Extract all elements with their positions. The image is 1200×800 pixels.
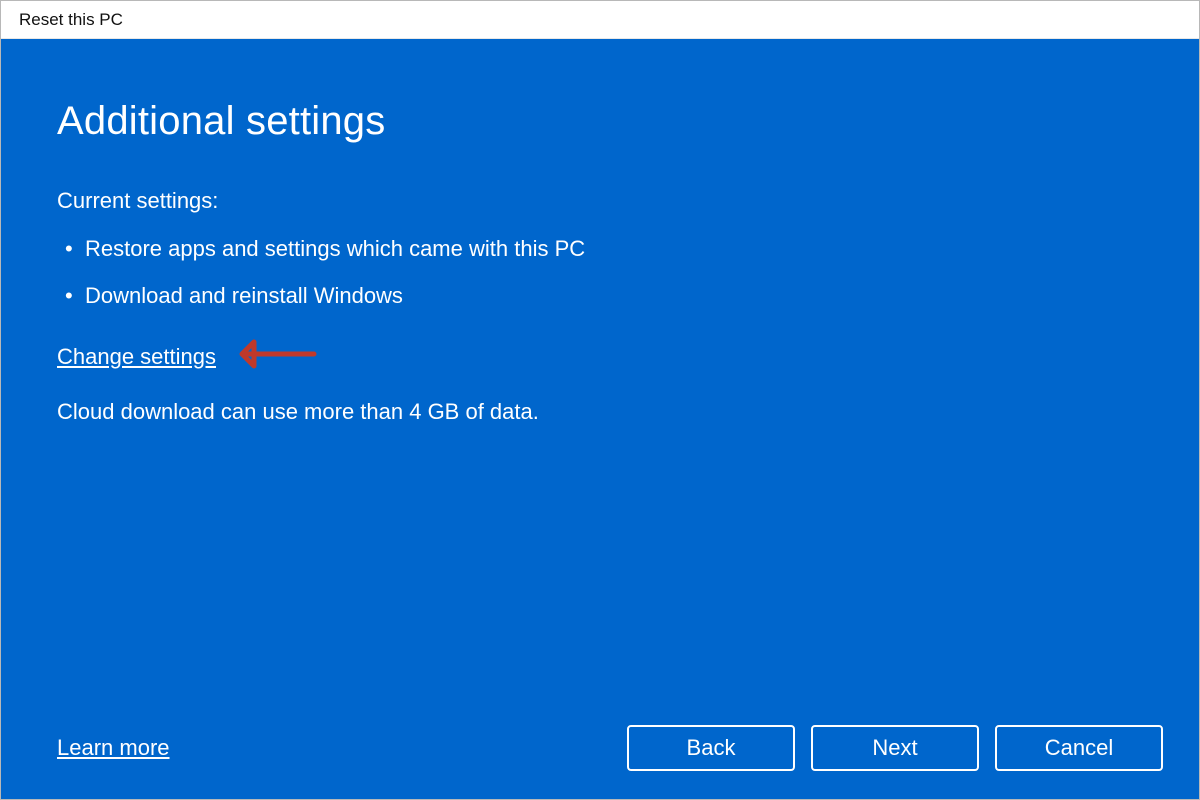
current-settings-label: Current settings: [57,188,1143,214]
dialog-footer: Learn more Back Next Cancel [57,725,1163,771]
window-title: Reset this PC [19,10,123,30]
settings-list: Restore apps and settings which came wit… [57,232,1143,326]
list-item: Download and reinstall Windows [57,279,1143,312]
annotation-arrow-icon [234,334,320,379]
back-button[interactable]: Back [627,725,795,771]
list-item: Restore apps and settings which came wit… [57,232,1143,265]
learn-more-link[interactable]: Learn more [57,735,170,761]
data-usage-warning: Cloud download can use more than 4 GB of… [57,399,1143,425]
dialog-content: Additional settings Current settings: Re… [1,39,1199,799]
titlebar: Reset this PC [1,1,1199,39]
cancel-button[interactable]: Cancel [995,725,1163,771]
change-settings-link[interactable]: Change settings [57,344,216,370]
dialog-window: Reset this PC Additional settings Curren… [0,0,1200,800]
change-settings-row: Change settings [57,334,1143,379]
button-row: Back Next Cancel [627,725,1163,771]
next-button[interactable]: Next [811,725,979,771]
page-heading: Additional settings [57,99,1143,144]
